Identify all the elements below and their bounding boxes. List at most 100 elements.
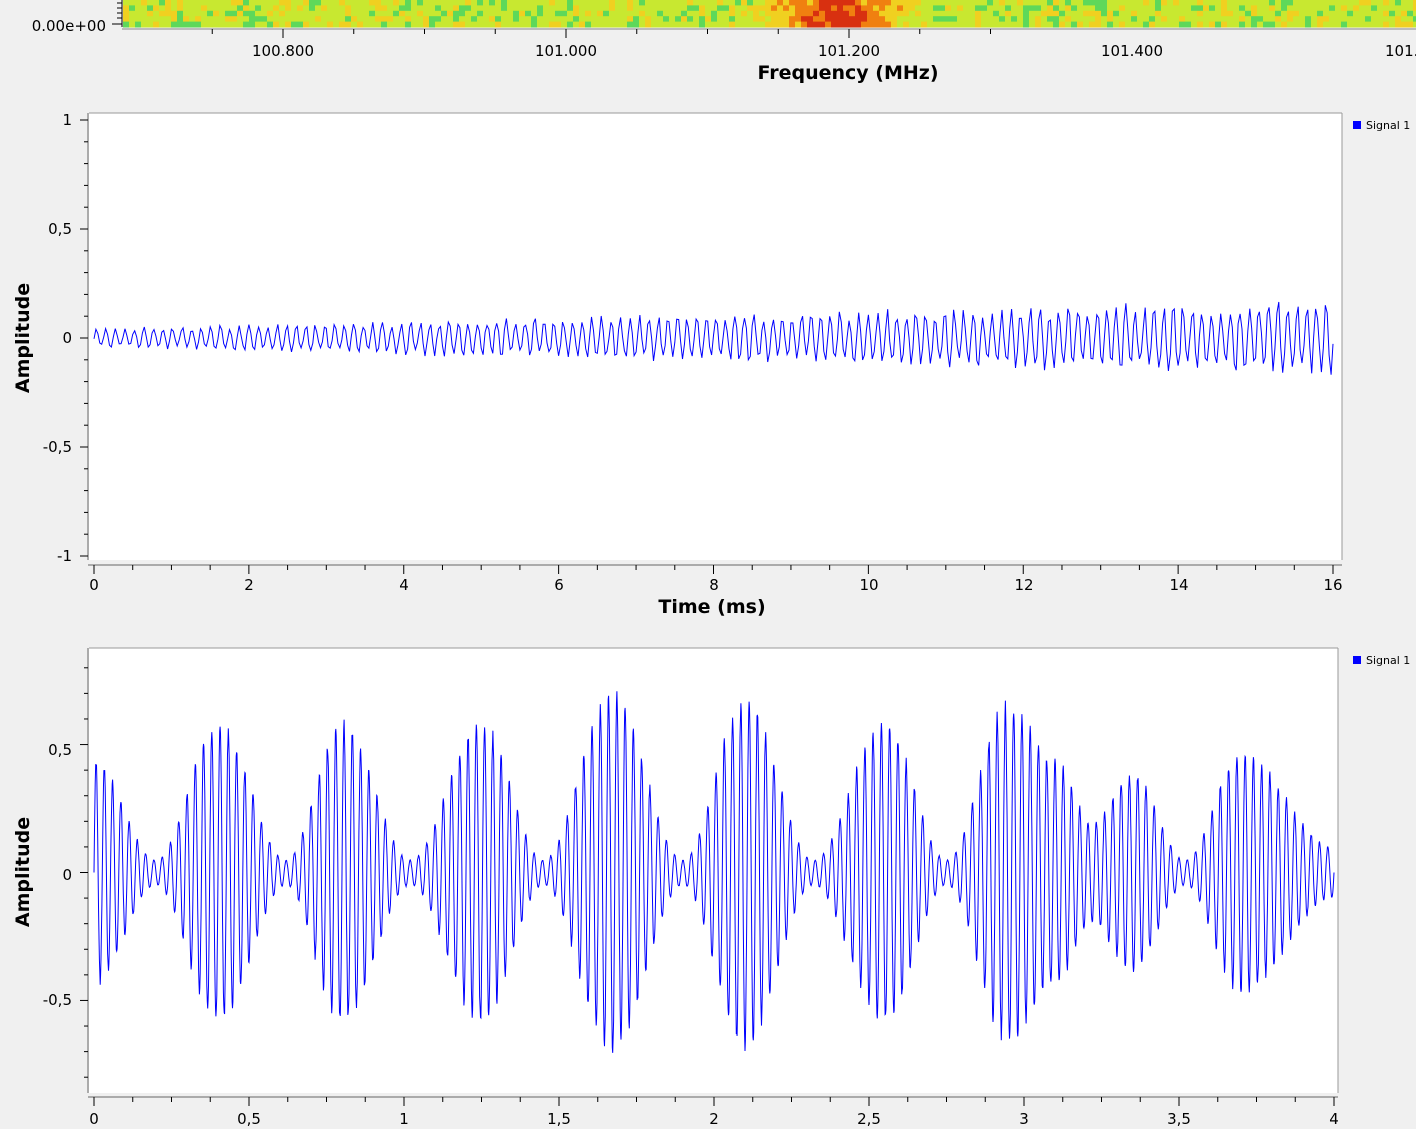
- waterfall-cell: [663, 16, 669, 23]
- waterfall-cell: [873, 0, 879, 6]
- waterfall-cell: [279, 16, 285, 23]
- waterfall-cell: [1161, 21, 1167, 28]
- waterfall-cell: [495, 21, 501, 28]
- waterfall-cell: [903, 0, 909, 6]
- waterfall-cell: [801, 16, 807, 23]
- waterfall-cell: [207, 16, 213, 23]
- waterfall-cell: [807, 21, 813, 28]
- waterfall-cell: [189, 0, 195, 6]
- waterfall-cell: [1203, 16, 1209, 23]
- waterfall-cell: [1323, 10, 1329, 17]
- waterfall-cell: [261, 10, 267, 17]
- waterfall-cell: [471, 5, 477, 12]
- waterfall-cell: [405, 5, 411, 12]
- waterfall-cell: [855, 16, 861, 23]
- time-plot-1-y-axis-title: Amplitude: [12, 283, 34, 393]
- waterfall-cell: [699, 0, 705, 6]
- waterfall-cell: [459, 10, 465, 17]
- waterfall-cell: [357, 10, 363, 17]
- waterfall-cell: [1179, 10, 1185, 17]
- waterfall-cell: [849, 5, 855, 12]
- waterfall-cell: [813, 16, 819, 23]
- waterfall-cell: [669, 21, 675, 28]
- waterfall-cell: [1173, 0, 1179, 6]
- waterfall-cell: [459, 21, 465, 28]
- waterfall-cell: [1005, 0, 1011, 6]
- waterfall-cell: [861, 10, 867, 17]
- waterfall-cell: [1335, 5, 1341, 12]
- time-plot-2-y-tick-label: 0: [62, 866, 72, 884]
- waterfall-cell: [165, 10, 171, 17]
- waterfall-cell: [1089, 5, 1095, 12]
- waterfall-cells: [123, 0, 1416, 28]
- waterfall-cell: [621, 10, 627, 17]
- waterfall-cell: [1005, 10, 1011, 17]
- waterfall-cell: [231, 0, 237, 6]
- waterfall-cell: [291, 5, 297, 12]
- waterfall-cell: [411, 16, 417, 23]
- waterfall-cell: [885, 0, 891, 6]
- waterfall-cell: [375, 16, 381, 23]
- waterfall-cell: [681, 10, 687, 17]
- waterfall-cell: [135, 10, 141, 17]
- waterfall-cell: [1131, 10, 1137, 17]
- waterfall-cell: [993, 0, 999, 6]
- waterfall-cell: [1221, 5, 1227, 12]
- waterfall-cell: [189, 21, 195, 28]
- waterfall-cell: [123, 21, 129, 28]
- waterfall-cell: [489, 16, 495, 23]
- waterfall-cell: [315, 10, 321, 17]
- waterfall-cell: [507, 16, 513, 23]
- waterfall-cell: [213, 16, 219, 23]
- waterfall-cell: [201, 0, 207, 6]
- waterfall-cell: [279, 10, 285, 17]
- waterfall-cell: [1137, 0, 1143, 6]
- waterfall-cell: [1191, 16, 1197, 23]
- waterfall-cell: [951, 16, 957, 23]
- waterfall-cell: [831, 0, 837, 6]
- waterfall-cell: [507, 10, 513, 17]
- waterfall-cell: [1209, 21, 1215, 28]
- waterfall-cell: [387, 16, 393, 23]
- waterfall-cell: [495, 10, 501, 17]
- waterfall-cell: [1143, 5, 1149, 12]
- waterfall-cell: [651, 10, 657, 17]
- waterfall-cell: [285, 0, 291, 6]
- time-plot-1-x-tick-label: 14: [1169, 576, 1188, 594]
- waterfall-cell: [747, 16, 753, 23]
- waterfall-cell: [987, 5, 993, 12]
- waterfall-cell: [921, 5, 927, 12]
- waterfall-cell: [753, 16, 759, 23]
- time-plot-1-x-tick-label: 2: [244, 576, 254, 594]
- waterfall-cell: [867, 0, 873, 6]
- waterfall-cell: [237, 21, 243, 28]
- waterfall-cell: [801, 21, 807, 28]
- waterfall-cell: [1083, 16, 1089, 23]
- waterfall-cell: [915, 16, 921, 23]
- waterfall-cell: [825, 5, 831, 12]
- waterfall-cell: [345, 0, 351, 6]
- waterfall-cell: [627, 21, 633, 28]
- waterfall-cell: [501, 5, 507, 12]
- waterfall-cell: [465, 5, 471, 12]
- waterfall-cell: [159, 5, 165, 12]
- waterfall-cell: [657, 5, 663, 12]
- waterfall-cell: [321, 5, 327, 12]
- waterfall-cell: [555, 0, 561, 6]
- waterfall-cell: [627, 10, 633, 17]
- waterfall-cell: [735, 5, 741, 12]
- waterfall-cell: [141, 0, 147, 6]
- waterfall-cell: [177, 5, 183, 12]
- waterfall-cell: [681, 5, 687, 12]
- waterfall-cell: [453, 0, 459, 6]
- waterfall-cell: [405, 16, 411, 23]
- waterfall-cell: [1269, 10, 1275, 17]
- waterfall-cell: [1317, 10, 1323, 17]
- waterfall-cell: [1035, 5, 1041, 12]
- waterfall-cell: [825, 0, 831, 6]
- time-plot-1-x-tick-label: 0: [89, 576, 99, 594]
- waterfall-cell: [231, 21, 237, 28]
- waterfall-cell: [993, 16, 999, 23]
- waterfall-cell: [597, 5, 603, 12]
- waterfall-cell: [303, 0, 309, 6]
